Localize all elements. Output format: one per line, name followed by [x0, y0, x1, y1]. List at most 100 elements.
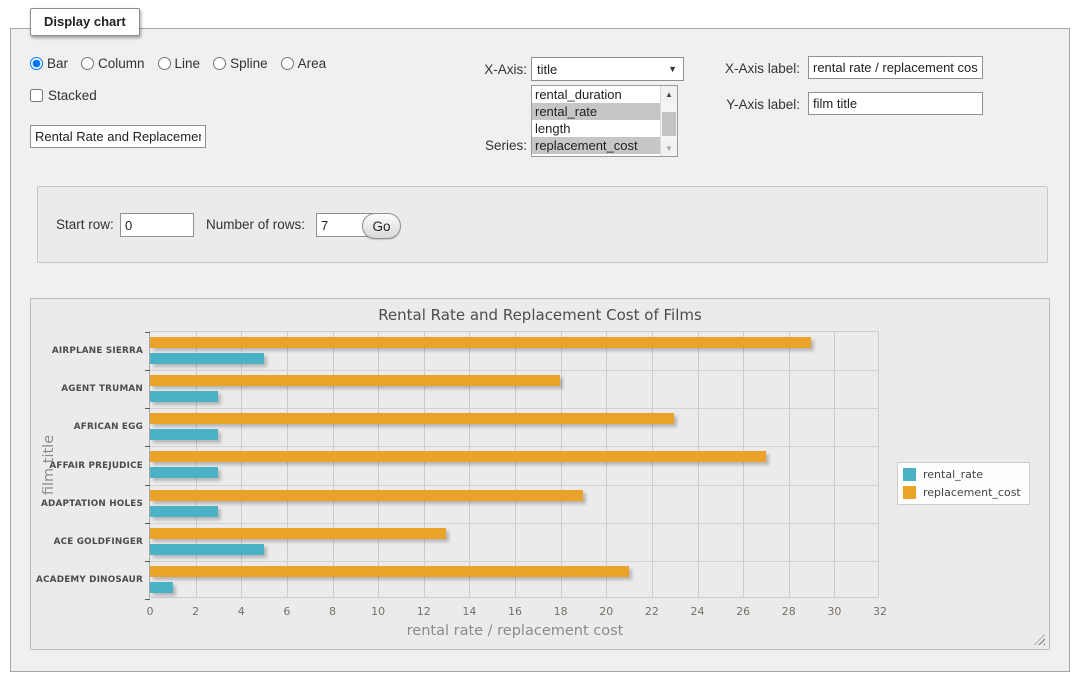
chart-type-option-bar[interactable]: Bar [30, 56, 68, 71]
x-tick-label: 20 [590, 605, 622, 618]
y-tick-mark [145, 599, 150, 600]
scroll-down-icon[interactable]: ▼ [661, 140, 677, 156]
stacked-option[interactable]: Stacked [30, 88, 97, 103]
x-axis-label-input[interactable] [808, 56, 983, 79]
gridline [606, 332, 607, 597]
gridline [287, 332, 288, 597]
chart-legend: rental_rate replacement_cost [897, 462, 1030, 505]
gridline [743, 332, 744, 597]
bar-replacement_cost [150, 375, 560, 386]
bar-replacement_cost [150, 566, 629, 577]
bar-replacement_cost [150, 490, 583, 501]
scrollbar[interactable]: ▲ ▼ [660, 86, 677, 156]
gridline [241, 332, 242, 597]
legend-label: replacement_cost [923, 486, 1021, 499]
gridline [333, 332, 334, 597]
x-axis-selected-value: title [537, 62, 557, 77]
legend-swatch [903, 486, 916, 499]
category-label: AIRPLANE SIERRA [31, 345, 143, 357]
chart-title: Rental Rate and Replacement Cost of Film… [31, 306, 1049, 324]
panel-title: Display chart [30, 8, 140, 36]
chevron-down-icon: ▼ [668, 64, 677, 74]
x-tick-label: 22 [636, 605, 668, 618]
chart-type-radio-bar[interactable] [30, 57, 43, 70]
start-row-label: Start row: [56, 217, 114, 232]
gridline [150, 561, 878, 562]
gridline [150, 485, 878, 486]
x-tick-label: 8 [317, 605, 349, 618]
stacked-checkbox[interactable] [30, 89, 43, 102]
series-option-length[interactable]: length [532, 120, 660, 137]
chart-type-radio-column[interactable] [81, 57, 94, 70]
category-label: AGENT TRUMAN [31, 383, 143, 395]
bar-rental_rate [150, 353, 264, 364]
bar-rental_rate [150, 544, 264, 555]
x-tick-label: 26 [727, 605, 759, 618]
x-axis-label-field-label: X-Axis label: [716, 61, 800, 76]
x-tick-label: 0 [134, 605, 166, 618]
resize-handle-icon[interactable] [1034, 634, 1045, 645]
gridline [150, 446, 878, 447]
y-axis-label-input[interactable] [808, 92, 983, 115]
stacked-label: Stacked [48, 88, 97, 103]
scroll-up-icon[interactable]: ▲ [661, 86, 677, 102]
x-tick-label: 10 [362, 605, 394, 618]
series-multiselect[interactable]: rental_durationrental_ratelengthreplacem… [531, 85, 678, 157]
series-option-rental_duration[interactable]: rental_duration [532, 86, 660, 103]
row-range-box: Start row: Number of rows: Go [37, 186, 1048, 263]
page: Display chart Bar Column Line Spline Area St… [0, 0, 1081, 681]
series-option-rental_rate[interactable]: rental_rate [532, 103, 660, 120]
gridline [150, 523, 878, 524]
category-label: ACE GOLDFINGER [31, 536, 143, 548]
chart-type-radio-label: Spline [230, 56, 268, 71]
chart-type-radio-group: Bar Column Line Spline Area [30, 56, 326, 71]
gridline [561, 332, 562, 597]
x-axis-select[interactable]: title ▼ [531, 57, 684, 81]
y-tick-mark [145, 485, 150, 486]
y-tick-mark [145, 370, 150, 371]
chart-type-radio-spline[interactable] [213, 57, 226, 70]
chart-type-radio-label: Column [98, 56, 145, 71]
gridline [469, 332, 470, 597]
start-row-input[interactable] [120, 213, 194, 237]
gridline [150, 370, 878, 371]
gridline [424, 332, 425, 597]
x-tick-label: 16 [499, 605, 531, 618]
chart-type-option-area[interactable]: Area [281, 56, 327, 71]
gridline [515, 332, 516, 597]
go-button[interactable]: Go [362, 213, 401, 239]
gridline [150, 408, 878, 409]
chart-type-option-line[interactable]: Line [158, 56, 201, 71]
bar-rental_rate [150, 467, 218, 478]
x-tick-label: 18 [545, 605, 577, 618]
bar-rental_rate [150, 391, 218, 402]
chart-type-radio-line[interactable] [158, 57, 171, 70]
chart-type-radio-label: Area [298, 56, 327, 71]
x-tick-label: 12 [408, 605, 440, 618]
series-option-replacement_cost[interactable]: replacement_cost [532, 137, 660, 154]
scrollbar-thumb[interactable] [662, 112, 676, 136]
series-list-label: Series: [482, 138, 527, 153]
x-tick-label: 24 [682, 605, 714, 618]
series-options: rental_durationrental_ratelengthreplacem… [532, 86, 660, 156]
legend-label: rental_rate [923, 468, 983, 481]
x-tick-label: 2 [180, 605, 212, 618]
number-of-rows-label: Number of rows: [206, 217, 305, 232]
chart-type-option-spline[interactable]: Spline [213, 56, 268, 71]
bar-rental_rate [150, 429, 218, 440]
chart-title-input[interactable] [30, 125, 206, 148]
y-tick-mark [145, 561, 150, 562]
legend-item-replacement_cost: replacement_cost [903, 486, 1021, 499]
y-tick-mark [145, 446, 150, 447]
y-tick-mark [145, 523, 150, 524]
chart-type-radio-area[interactable] [281, 57, 294, 70]
chart-type-radio-label: Bar [47, 56, 68, 71]
y-tick-mark [145, 332, 150, 333]
plot-area: 02468101214161820222426283032AIRPLANE SI… [149, 331, 879, 598]
gridline [378, 332, 379, 597]
gridline [834, 332, 835, 597]
x-tick-label: 6 [271, 605, 303, 618]
category-label: ACADEMY DINOSAUR [31, 574, 143, 586]
bar-replacement_cost [150, 337, 811, 348]
chart-type-option-column[interactable]: Column [81, 56, 145, 71]
